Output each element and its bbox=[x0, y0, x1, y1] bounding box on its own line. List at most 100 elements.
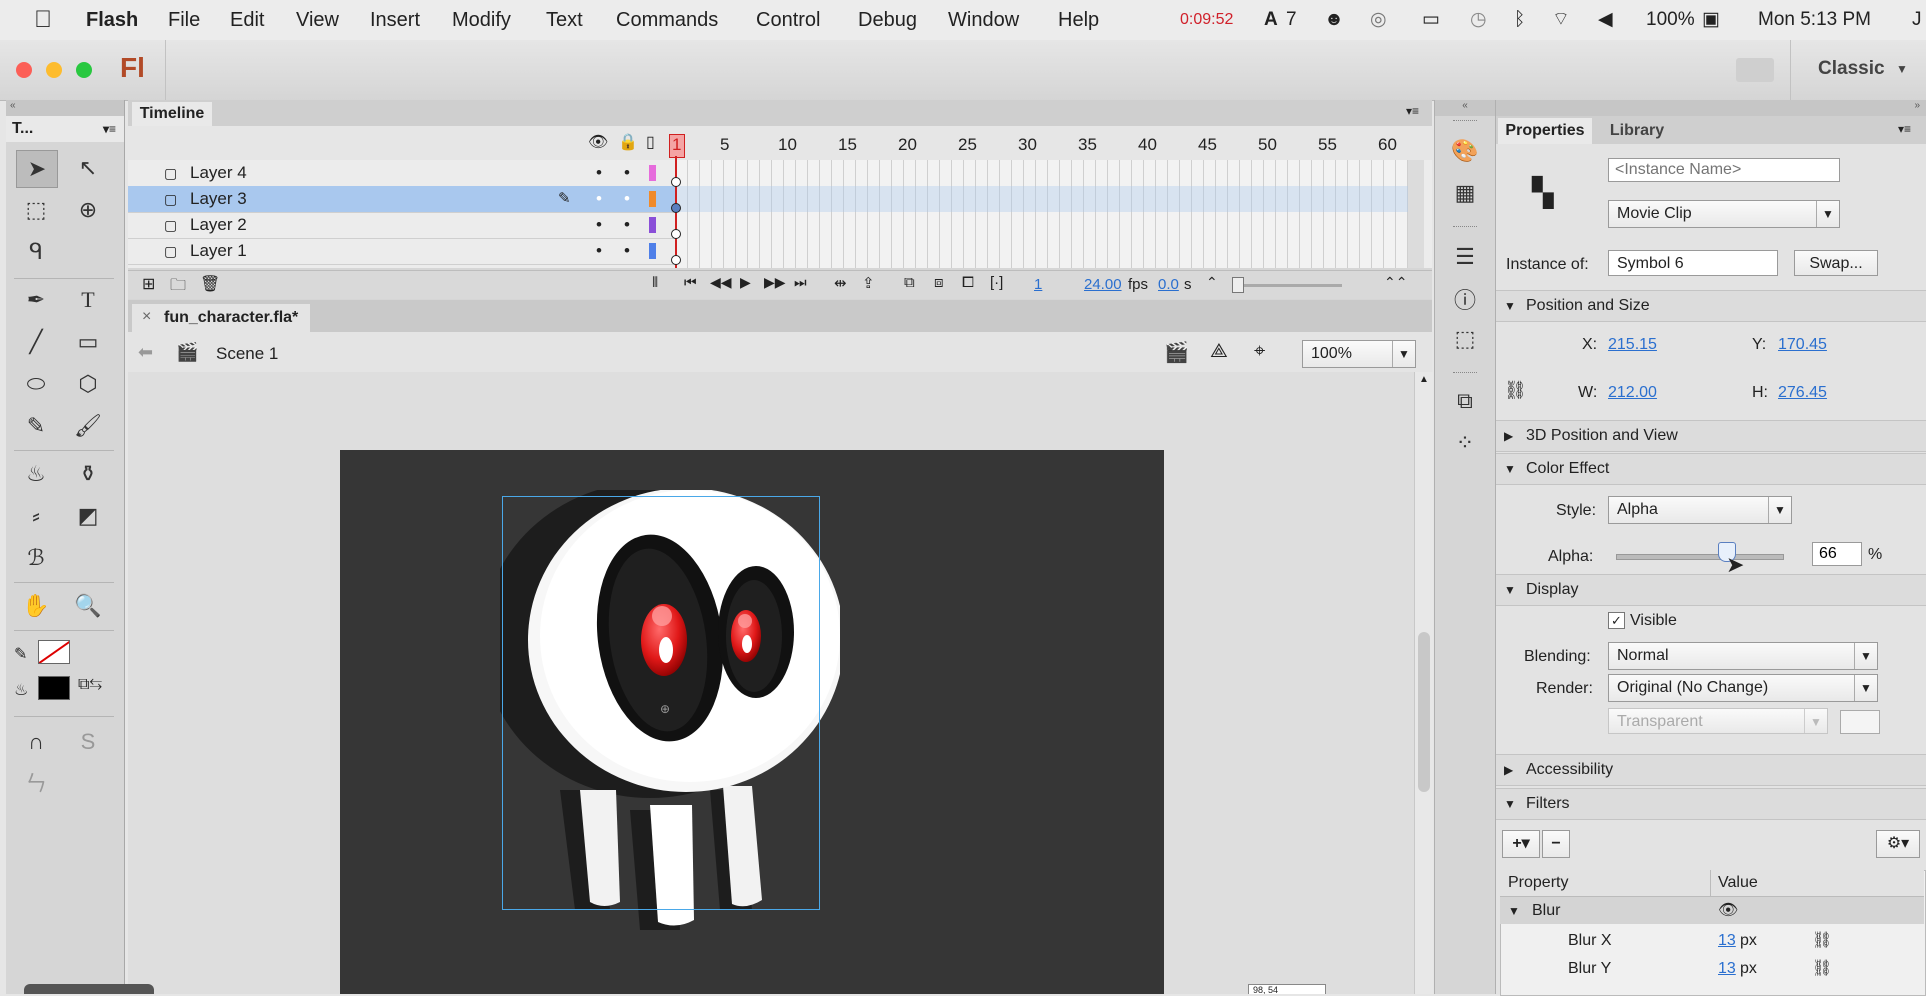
zoom-out-frames-icon[interactable]: ⌃ bbox=[1206, 274, 1218, 291]
scroll-up-icon[interactable]: ▲ bbox=[1419, 374, 1429, 385]
h-value[interactable]: 276.45 bbox=[1778, 384, 1827, 402]
keyframe-layer-3[interactable] bbox=[671, 203, 681, 213]
loop-icon[interactable]: ⇹ bbox=[834, 274, 847, 292]
zoom-window-button[interactable] bbox=[76, 62, 92, 78]
recording-timer[interactable]: 0:09:52 bbox=[1180, 0, 1233, 40]
menu-text[interactable]: Text bbox=[546, 0, 583, 40]
onion-skin-outlines-icon[interactable]: ⧈ bbox=[934, 274, 944, 291]
minimize-window-button[interactable] bbox=[46, 62, 62, 78]
keyframe-layer-4[interactable] bbox=[671, 177, 681, 187]
swap-button[interactable]: Swap... bbox=[1794, 250, 1878, 276]
chevron-down-icon[interactable]: ▼ bbox=[1392, 341, 1415, 367]
3d-section-header[interactable]: ▶ 3D Position and View bbox=[1496, 420, 1926, 452]
panel-menu-icon[interactable]: ▾≡ bbox=[1898, 122, 1911, 136]
go-to-first-frame-icon[interactable]: ⏮ bbox=[684, 274, 697, 291]
timeline-tab[interactable]: Timeline bbox=[132, 102, 212, 126]
menu-modify[interactable]: Modify bbox=[452, 0, 511, 40]
align-panel-icon[interactable]: ☰ bbox=[1448, 240, 1482, 274]
adobe-icon[interactable]: A bbox=[1264, 0, 1278, 40]
layer-color-swatch[interactable] bbox=[649, 165, 656, 181]
paint-bucket-tool-icon[interactable]: ♨ bbox=[16, 456, 56, 492]
fps-field[interactable]: 24.00 bbox=[1084, 276, 1122, 293]
menu-window[interactable]: Window bbox=[948, 0, 1019, 40]
elapsed-time-field[interactable]: 0.0 bbox=[1158, 276, 1179, 293]
menu-commands[interactable]: Commands bbox=[616, 0, 718, 40]
modify-markers-icon[interactable]: [·] bbox=[990, 274, 1003, 291]
wifi-icon[interactable]: ⌔ bbox=[1552, 0, 1570, 40]
stroke-color-swatch[interactable] bbox=[38, 640, 70, 664]
smooth-icon[interactable]: S bbox=[68, 724, 108, 760]
visibility-dot[interactable]: • bbox=[596, 160, 602, 186]
layer-row-1[interactable]: ▢ Layer 1 • • bbox=[128, 238, 676, 265]
library-tab[interactable]: Library bbox=[1598, 118, 1676, 144]
eraser-tool-icon[interactable]: ◩ bbox=[68, 498, 108, 534]
color-effect-section-header[interactable]: ▼ Color Effect bbox=[1496, 453, 1926, 485]
visible-checkbox[interactable]: ✓ bbox=[1608, 612, 1625, 629]
menu-control[interactable]: Control bbox=[756, 0, 820, 40]
menu-help[interactable]: Help bbox=[1058, 0, 1099, 40]
zoom-tool-icon[interactable]: 🔍 bbox=[68, 588, 108, 624]
brush-tool-icon[interactable]: 🖌 bbox=[68, 408, 108, 444]
keyframe-layer-1[interactable] bbox=[671, 255, 681, 265]
w-value[interactable]: 212.00 bbox=[1608, 384, 1657, 402]
grip-handle[interactable] bbox=[1453, 372, 1477, 377]
delete-layer-icon[interactable]: 🗑 bbox=[200, 274, 220, 294]
layer-row-4[interactable]: ▢ Layer 4 • • bbox=[128, 160, 676, 187]
position-size-section-header[interactable]: ▼ Position and Size bbox=[1496, 290, 1926, 322]
subselection-tool-icon[interactable]: ↖ bbox=[68, 150, 108, 186]
step-forward-icon[interactable]: ▶▶ bbox=[764, 274, 786, 291]
blending-dropdown[interactable]: Normal ▼ bbox=[1608, 642, 1878, 670]
free-transform-tool-icon[interactable]: ⬚ bbox=[16, 192, 56, 228]
menu-edit[interactable]: Edit bbox=[230, 0, 264, 40]
layer-name[interactable]: Layer 3 bbox=[190, 186, 247, 212]
lock-proportions-icon[interactable]: ⛓ bbox=[1504, 380, 1527, 401]
components-panel-icon[interactable]: ⧉ bbox=[1448, 384, 1482, 418]
bone-tool-icon[interactable]: ℬ bbox=[16, 540, 56, 576]
properties-tab[interactable]: Properties bbox=[1498, 118, 1592, 144]
zoom-in-frames-icon[interactable]: ⌃⌃ bbox=[1384, 274, 1407, 291]
straighten-icon[interactable]: ㄣ bbox=[16, 764, 56, 800]
background-color-swatch[interactable] bbox=[1840, 710, 1880, 734]
edit-symbols-icon[interactable]: ⟁ bbox=[1210, 340, 1228, 363]
tools-tab[interactable]: T... ▾≡ bbox=[6, 116, 124, 142]
current-frame-field[interactable]: 1 bbox=[1034, 276, 1042, 293]
layer-name[interactable]: Layer 4 bbox=[190, 160, 247, 186]
menu-view[interactable]: View bbox=[296, 0, 339, 40]
close-tab-icon[interactable]: × bbox=[142, 308, 151, 326]
visibility-dot[interactable]: • bbox=[596, 186, 602, 212]
timeline-vertical-scrollbar[interactable] bbox=[1408, 160, 1424, 268]
edit-multiple-frames-icon[interactable]: ⧠ bbox=[962, 274, 974, 291]
panel-collapse-bar[interactable]: « bbox=[6, 100, 124, 116]
new-folder-icon[interactable]: 🗀 bbox=[170, 274, 186, 301]
play-icon[interactable]: ▶ bbox=[740, 274, 751, 291]
user-menu[interactable]: J bbox=[1912, 0, 1922, 40]
accessibility-section-header[interactable]: ▶ Accessibility bbox=[1496, 754, 1926, 786]
alpha-input[interactable] bbox=[1812, 542, 1862, 566]
center-frame-icon[interactable]: ⇪ bbox=[862, 274, 875, 292]
clock[interactable]: Mon 5:13 PM bbox=[1758, 0, 1871, 40]
battery-icon[interactable]: ▣ bbox=[1702, 0, 1720, 40]
render-dropdown[interactable]: Original (No Change) ▼ bbox=[1608, 674, 1878, 702]
y-value[interactable]: 170.45 bbox=[1778, 336, 1827, 354]
info-panel-icon[interactable]: ⓘ bbox=[1448, 282, 1482, 316]
ink-bottle-tool-icon[interactable]: ⚱ bbox=[68, 456, 108, 492]
menu-insert[interactable]: Insert bbox=[370, 0, 420, 40]
back-arrow-icon[interactable]: ⬅ bbox=[138, 342, 153, 363]
layer-row-2[interactable]: ▢ Layer 2 • • bbox=[128, 212, 676, 239]
edit-scene-icon[interactable]: 🎬 bbox=[1164, 340, 1189, 365]
step-back-icon[interactable]: ◀◀ bbox=[710, 274, 732, 291]
layer-color-swatch[interactable] bbox=[649, 191, 656, 207]
resize-handle-icon[interactable]: ⦀ bbox=[652, 274, 658, 291]
remove-filter-button[interactable]: − bbox=[1542, 830, 1570, 858]
frames-grid[interactable] bbox=[676, 160, 1408, 268]
lock-dot[interactable]: • bbox=[624, 160, 630, 186]
menu-file[interactable]: File bbox=[168, 0, 200, 40]
document-tab[interactable]: × fun_character.fla* bbox=[132, 304, 310, 332]
new-layer-icon[interactable]: ⊞ bbox=[142, 274, 155, 294]
chevron-down-icon[interactable]: ▼ bbox=[1816, 201, 1839, 227]
layer-name[interactable]: Layer 2 bbox=[190, 212, 247, 238]
chevron-down-icon[interactable]: ▼ bbox=[1896, 62, 1908, 76]
outline-all-icon[interactable]: ▯ bbox=[646, 132, 655, 152]
bluetooth-icon[interactable]: ᛒ bbox=[1514, 0, 1525, 40]
battery-percent[interactable]: 100% bbox=[1646, 0, 1695, 40]
